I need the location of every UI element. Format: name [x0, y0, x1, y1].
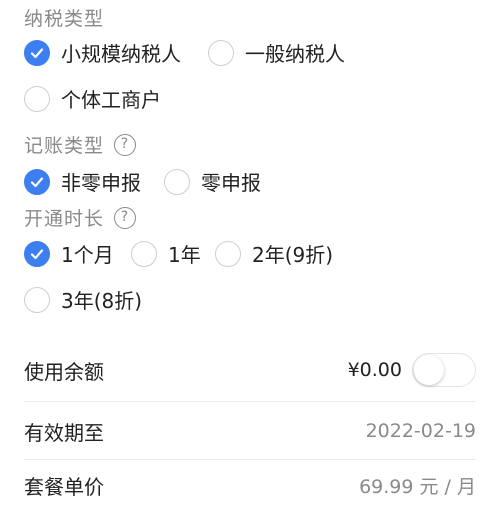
tax-type-title: 纳税类型 — [24, 4, 104, 31]
duration-option-1-year[interactable]: 1年 — [131, 239, 201, 268]
unit-price-value: 69.99 元 / 月 — [359, 475, 476, 498]
tax-type-title-text: 纳税类型 — [24, 8, 105, 30]
radio-unchecked-icon — [24, 85, 50, 112]
balance-row: 使用余额 ¥0.00 — [24, 341, 476, 399]
duration-option-label: 1年 — [168, 243, 201, 267]
accounting-option-label: 零申报 — [201, 171, 261, 195]
duration-option-2-year[interactable]: 2年(9折) — [215, 239, 333, 268]
duration-option-label: 1个月 — [61, 243, 114, 267]
radio-unchecked-icon — [164, 168, 190, 195]
tax-option-label: 一般纳税人 — [245, 42, 345, 66]
tax-option-small-scale[interactable]: 小规模纳税人 — [24, 38, 181, 67]
radio-unchecked-icon — [131, 240, 157, 267]
radio-checked-icon — [24, 39, 50, 66]
duration-option-label: 2年(9折) — [252, 243, 334, 267]
accounting-option-zero[interactable]: 零申报 — [164, 167, 261, 196]
radio-checked-icon — [24, 240, 50, 267]
accounting-type-title-text: 记账类型 — [24, 135, 105, 157]
duration-title-text: 开通时长 — [24, 208, 105, 230]
expiry-value: 2022-02-19 — [365, 420, 476, 442]
tax-option-label: 个体工商户 — [61, 88, 161, 112]
unit-price-label: 套餐单价 — [24, 474, 104, 499]
radio-unchecked-icon — [215, 240, 241, 267]
radio-unchecked-icon — [208, 39, 234, 66]
duration-option-label: 3年(8折) — [61, 289, 143, 313]
duration-title: 开通时长 ? — [24, 204, 137, 231]
tax-option-individual[interactable]: 个体工商户 — [24, 84, 161, 113]
question-circle-icon[interactable]: ? — [114, 133, 137, 156]
radio-unchecked-icon — [24, 286, 50, 313]
accounting-option-label: 非零申报 — [61, 171, 141, 195]
balance-label: 使用余额 — [24, 359, 104, 384]
order-options-panel: 纳税类型 小规模纳税人 一般纳税人 个体工商户 记账类型 ? 非零申报 零申报 … — [0, 0, 500, 509]
duration-option-3-year[interactable]: 3年(8折) — [24, 285, 142, 314]
balance-control: ¥0.00 — [348, 353, 476, 387]
accounting-option-nonzero[interactable]: 非零申报 — [24, 167, 141, 196]
tax-option-label: 小规模纳税人 — [61, 42, 181, 66]
unit-price-row: 套餐单价 69.99 元 / 月 — [24, 460, 476, 509]
expiry-row: 有效期至 2022-02-19 — [24, 402, 476, 460]
tax-option-general[interactable]: 一般纳税人 — [208, 38, 345, 67]
expiry-label: 有效期至 — [24, 420, 104, 445]
duration-option-1-month[interactable]: 1个月 — [24, 239, 114, 268]
toggle-knob — [414, 355, 444, 385]
radio-checked-icon — [24, 168, 50, 195]
accounting-type-title: 记账类型 ? — [24, 131, 137, 158]
balance-amount: ¥0.00 — [347, 359, 402, 381]
question-circle-icon[interactable]: ? — [114, 206, 137, 229]
balance-toggle[interactable] — [412, 353, 476, 387]
